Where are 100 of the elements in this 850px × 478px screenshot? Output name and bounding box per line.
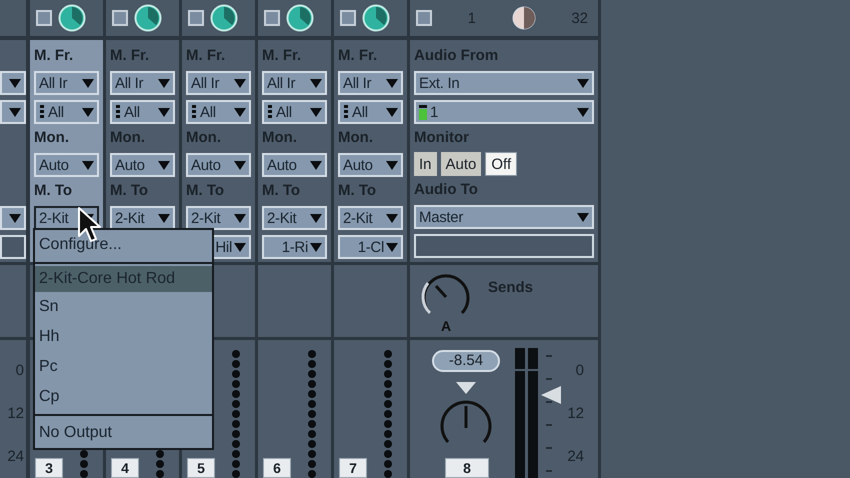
- monitor-dropdown[interactable]: Auto: [338, 153, 403, 177]
- output-type-dropdown[interactable]: 2-Kit: [110, 206, 175, 230]
- input-type-dropdown[interactable]: [0, 71, 26, 95]
- output-type-dropdown[interactable]: 2-Kit: [338, 206, 403, 230]
- menu-item[interactable]: Sn: [35, 292, 212, 322]
- volume-readout[interactable]: -8.54: [432, 350, 500, 372]
- input-channel-dropdown[interactable]: All: [110, 100, 175, 124]
- dropdown-arrow-icon: [82, 78, 94, 88]
- section-label: M. Fr.: [34, 46, 74, 66]
- dropdown-arrow-icon: [386, 78, 398, 88]
- output-channel-dropdown[interactable]: 1-Cl: [338, 235, 403, 259]
- dropdown-arrow-icon: [310, 160, 322, 170]
- input-channel-dropdown[interactable]: 1: [414, 100, 594, 124]
- input-type-dropdown[interactable]: All Ir: [262, 71, 327, 95]
- output-channel-field[interactable]: [414, 234, 594, 258]
- channel-meter-icon: [267, 105, 273, 119]
- track-number-button[interactable]: 8: [445, 458, 489, 478]
- section-label: Audio To: [414, 180, 479, 200]
- monitor-button[interactable]: Auto: [440, 152, 482, 176]
- input-type-dropdown[interactable]: Ext. In: [414, 71, 594, 95]
- track-activator-button[interactable]: [188, 10, 204, 26]
- pan-knob-icon[interactable]: [134, 4, 162, 32]
- input-type-dropdown[interactable]: All Ir: [34, 71, 99, 95]
- monitor-dropdown[interactable]: Auto: [34, 153, 99, 177]
- dropdown-arrow-icon: [577, 108, 589, 116]
- menu-item[interactable]: Cp: [35, 382, 212, 412]
- section-label: M. Fr.: [186, 46, 226, 66]
- dropdown-arrow-icon: [386, 160, 398, 170]
- dropdown-arrow-icon: [234, 78, 246, 88]
- sends-panel: [0, 265, 26, 337]
- input-channel-dropdown[interactable]: All: [186, 100, 251, 124]
- monitor-button[interactable]: Off: [485, 152, 518, 176]
- monitor-dropdown[interactable]: Auto: [186, 153, 251, 177]
- input-type-dropdown[interactable]: All Ir: [338, 71, 403, 95]
- dropdown-arrow-icon: [234, 214, 246, 222]
- output-type-dropdown[interactable]: 2-Kit: [186, 206, 251, 230]
- meter-dots-icon: [231, 348, 241, 478]
- section-label: Mon.: [338, 128, 374, 148]
- channel-meter-icon: [115, 105, 121, 119]
- track-number-button[interactable]: 6: [263, 458, 291, 478]
- menu-item[interactable]: No Output: [35, 418, 212, 448]
- input-type-dropdown[interactable]: All Ir: [110, 71, 175, 95]
- pan-knob-icon[interactable]: [210, 4, 238, 32]
- monitor-dropdown[interactable]: Auto: [110, 153, 175, 177]
- pan-knob-icon[interactable]: [58, 4, 86, 32]
- section-label: M. Fr.: [262, 46, 302, 66]
- dropdown-arrow-icon: [9, 78, 21, 88]
- section-label: M. To: [186, 181, 226, 201]
- dropdown-arrow-icon: [234, 108, 246, 116]
- split-pan-icon[interactable]: [512, 6, 536, 30]
- dropdown-arrow-icon: [310, 108, 322, 116]
- dropdown-arrow-icon: [9, 214, 21, 222]
- track-number-button[interactable]: 7: [339, 458, 367, 478]
- meter-dots-icon: [383, 348, 393, 478]
- track-activator-button[interactable]: [416, 10, 432, 26]
- input-type-dropdown[interactable]: All Ir: [186, 71, 251, 95]
- dropdown-arrow-icon: [310, 242, 322, 252]
- menu-item[interactable]: Pc: [35, 352, 212, 382]
- dropdown-arrow-icon: [158, 160, 170, 170]
- menu-item[interactable]: Hh: [35, 322, 212, 352]
- monitor-dropdown[interactable]: Auto: [262, 153, 327, 177]
- input-level-icon: [419, 104, 427, 120]
- input-channel-dropdown[interactable]: All: [338, 100, 403, 124]
- volume-pointer-icon[interactable]: [541, 386, 561, 404]
- dropdown-arrow-icon: [386, 214, 398, 222]
- track-number-button[interactable]: 4: [111, 458, 139, 478]
- track-number-button[interactable]: 3: [35, 458, 63, 478]
- track-number-button[interactable]: 5: [187, 458, 215, 478]
- dropdown-arrow-icon: [386, 242, 398, 252]
- output-type-dropdown[interactable]: [0, 206, 26, 230]
- section-label: Mon.: [262, 128, 298, 148]
- input-channel-dropdown[interactable]: All: [262, 100, 327, 124]
- track-activator-button[interactable]: [264, 10, 280, 26]
- scale-label: 12: [7, 405, 24, 422]
- pan-knob-icon[interactable]: [286, 4, 314, 32]
- input-channel-dropdown[interactable]: [0, 100, 26, 124]
- dropdown-arrow-icon: [310, 78, 322, 88]
- dropdown-arrow-icon: [310, 214, 322, 222]
- output-channel-dropdown[interactable]: [0, 235, 26, 259]
- section-label: M. To: [34, 181, 74, 201]
- dropdown-arrow-icon: [577, 212, 589, 222]
- section-label: Mon.: [34, 128, 70, 148]
- track-activator-button[interactable]: [36, 10, 52, 26]
- dropdown-arrow-icon: [234, 160, 246, 170]
- scale-label: 0: [576, 362, 584, 379]
- pan-knob-icon[interactable]: [362, 4, 390, 32]
- output-type-dropdown[interactable]: 2-Kit: [262, 206, 327, 230]
- output-dropdown[interactable]: Master: [414, 205, 594, 229]
- track-activator-button[interactable]: [112, 10, 128, 26]
- track-activator-button[interactable]: [340, 10, 356, 26]
- dropdown-arrow-icon: [158, 78, 170, 88]
- sends-label: Sends: [488, 279, 534, 296]
- monitor-button[interactable]: In: [414, 152, 437, 176]
- dropdown-arrow-icon: [82, 160, 94, 170]
- track-header-panel: [0, 0, 26, 36]
- section-label: Audio From: [414, 46, 500, 66]
- section-label: M. To: [262, 181, 302, 201]
- section-label: Mon.: [186, 128, 222, 148]
- input-channel-dropdown[interactable]: All: [34, 100, 99, 124]
- output-channel-dropdown[interactable]: 1-Ri: [262, 235, 327, 259]
